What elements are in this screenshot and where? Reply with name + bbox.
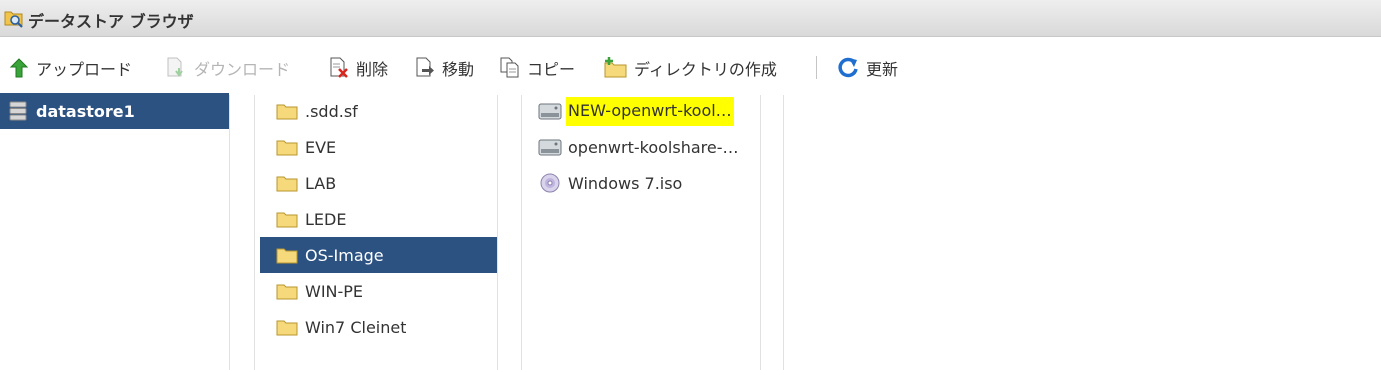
upload-label: アップロード: [36, 60, 133, 79]
virtual-disk-icon: [538, 139, 562, 156]
folder-name: EVE: [305, 137, 337, 157]
pane-divider: [254, 95, 255, 370]
create-directory-button[interactable]: ディレクトリの作成: [604, 55, 777, 81]
delete-button[interactable]: 削除: [328, 55, 388, 81]
disc-icon: [540, 173, 560, 193]
copy-icon: [500, 57, 519, 78]
refresh-label: 更新: [866, 60, 899, 79]
datastore-item[interactable]: datastore1: [0, 93, 229, 129]
toolbar-divider: [816, 56, 817, 79]
folder-name: LEDE: [305, 209, 347, 229]
datastore-browser-icon: [4, 11, 23, 28]
folder-icon: [276, 212, 298, 228]
folder-name: .sdd.sf: [305, 101, 358, 121]
copy-label: コピー: [527, 60, 576, 79]
download-label: ダウンロード: [194, 60, 291, 79]
file-item[interactable]: openwrt-koolshare-…: [530, 129, 760, 165]
file-name: NEW-openwrt-kool…: [566, 96, 734, 126]
pane-divider: [760, 95, 761, 370]
folder-item[interactable]: WIN-PE: [260, 273, 497, 309]
folder-icon: [276, 320, 298, 336]
download-file-icon: [167, 57, 183, 77]
folder-item[interactable]: LEDE: [260, 201, 497, 237]
create-directory-label: ディレクトリの作成: [634, 60, 777, 79]
toolbar: アップロード ダウンロード 削除 移動 コピー ディレクトリの作成 更新: [0, 41, 1381, 95]
pane-divider: [783, 95, 784, 370]
folder-name: OS-Image: [305, 245, 384, 265]
new-folder-icon: [604, 57, 627, 78]
delete-file-icon: [330, 57, 348, 78]
refresh-button[interactable]: 更新: [836, 55, 898, 81]
datastore-icon: [9, 101, 27, 121]
datastore-name: datastore1: [36, 101, 135, 121]
folder-icon: [276, 248, 298, 264]
window-title: データストア ブラウザ: [28, 12, 194, 31]
move-button[interactable]: 移動: [414, 55, 474, 81]
upload-button[interactable]: アップロード: [8, 55, 132, 81]
arrow-up-icon: [9, 58, 29, 78]
download-button[interactable]: ダウンロード: [164, 55, 290, 81]
file-name: openwrt-koolshare-…: [568, 137, 739, 157]
folder-name: Win7 Cleinet: [305, 317, 407, 337]
file-item[interactable]: Windows 7.iso: [530, 165, 760, 201]
pane-divider: [229, 95, 230, 370]
folder-item[interactable]: EVE: [260, 129, 497, 165]
folder-icon: [276, 284, 298, 300]
delete-label: 削除: [356, 60, 389, 79]
folder-item[interactable]: Win7 Cleinet: [260, 309, 497, 345]
folder-name: WIN-PE: [305, 281, 364, 301]
folder-item[interactable]: LAB: [260, 165, 497, 201]
file-name: Windows 7.iso: [568, 173, 683, 193]
move-label: 移動: [442, 60, 475, 79]
virtual-disk-icon: [538, 103, 562, 120]
copy-button[interactable]: コピー: [499, 55, 575, 81]
move-file-icon: [416, 57, 434, 77]
folder-icon: [276, 104, 298, 120]
refresh-icon: [838, 57, 858, 78]
folder-item[interactable]: .sdd.sf: [260, 93, 497, 129]
pane-divider: [497, 95, 498, 370]
file-item[interactable]: NEW-openwrt-kool…: [530, 93, 760, 129]
folder-icon: [276, 176, 298, 192]
folder-item[interactable]: OS-Image: [260, 237, 497, 273]
folder-name: LAB: [305, 173, 337, 193]
folder-icon: [276, 140, 298, 156]
title-bar: データストア ブラウザ: [0, 0, 1381, 37]
pane-divider: [521, 95, 522, 370]
